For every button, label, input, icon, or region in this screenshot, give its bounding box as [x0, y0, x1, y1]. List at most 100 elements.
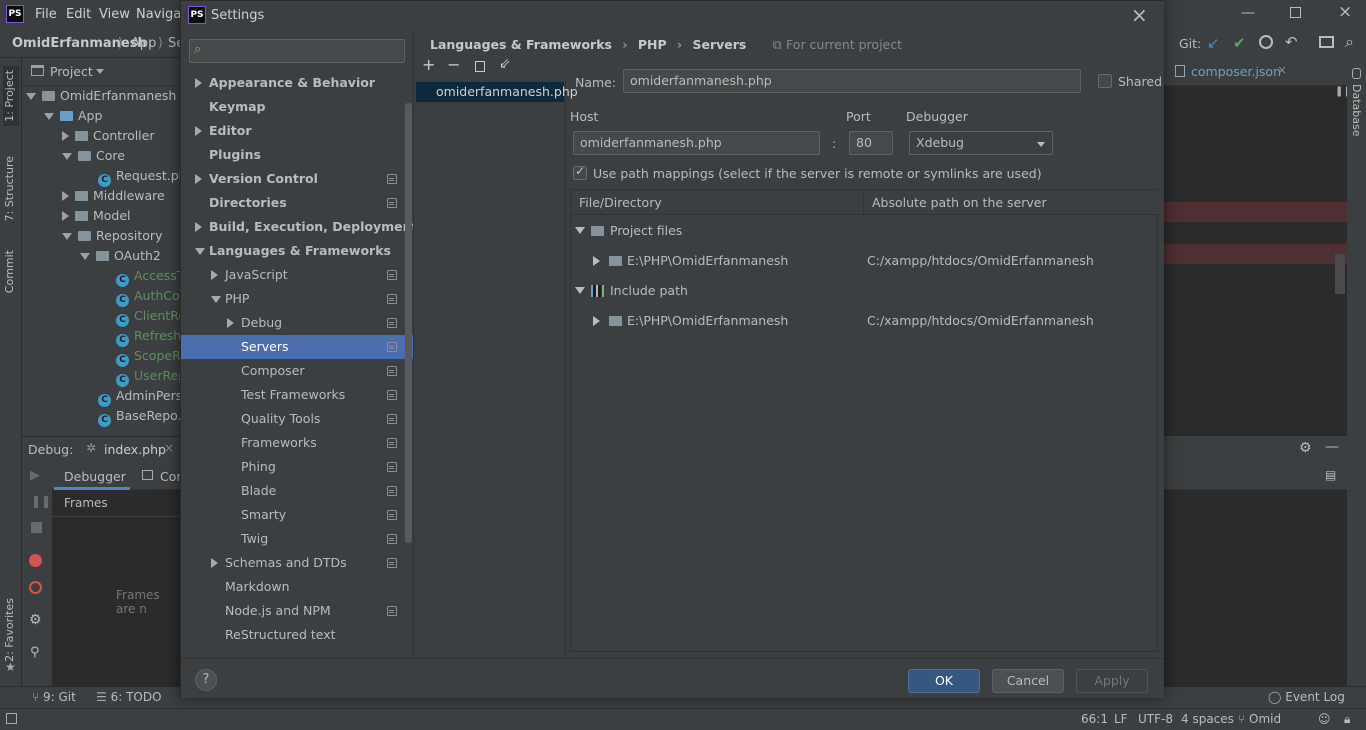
close-tab-icon[interactable]: × [1277, 63, 1287, 77]
settings-nav-item[interactable]: Directories [181, 191, 413, 215]
settings-nav-item[interactable]: Markdown [181, 575, 413, 599]
event-log-tab[interactable]: ◯ Event Log [1268, 690, 1345, 704]
settings-nav-item[interactable]: Node.js and NPM [181, 599, 413, 623]
git-commit-icon[interactable]: ✔ [1233, 34, 1246, 52]
debug-session-tab[interactable]: index.php [104, 442, 166, 457]
tree-node[interactable]: CRequest.php [98, 166, 180, 187]
settings-nav-item[interactable]: Twig [181, 527, 413, 551]
line-separator[interactable]: LF [1114, 712, 1128, 726]
collapsed-arrow-icon[interactable] [211, 270, 218, 280]
project-view-selector[interactable]: Project [50, 64, 93, 79]
apply-button[interactable]: Apply [1076, 669, 1148, 693]
project-tree[interactable]: OmidErfanmanesh [Pe App Controller Core … [22, 86, 180, 436]
server-name-input[interactable]: omiderfanmanesh.php [623, 69, 1081, 93]
tree-node[interactable]: CUserRepo [116, 366, 180, 387]
layout-icon[interactable] [1319, 36, 1334, 48]
hide-icon[interactable]: — [1325, 439, 1339, 455]
debugger-select[interactable]: Xdebug [909, 131, 1053, 155]
inspector-icon[interactable]: ☺ [1318, 712, 1331, 726]
chevron-down-icon[interactable] [96, 69, 104, 74]
tree-node[interactable]: CAdminPerso [98, 386, 180, 407]
settings-search-input[interactable]: ⌕ [189, 39, 405, 63]
settings-nav-item[interactable]: Build, Execution, Deployment [181, 215, 413, 239]
settings-nav-item[interactable]: Keymap [181, 95, 413, 119]
collapsed-arrow-icon[interactable] [227, 318, 234, 328]
editor-tab-composer[interactable]: composer.json [1191, 64, 1281, 79]
settings-nav-item[interactable]: Languages & Frameworks [181, 239, 413, 263]
indent-setting[interactable]: 4 spaces [1181, 712, 1234, 726]
collapsed-arrow-icon[interactable] [195, 174, 202, 184]
expanded-arrow-icon[interactable] [211, 296, 221, 303]
commit-tool-tab[interactable]: Commit [3, 250, 16, 293]
ok-button[interactable]: OK [908, 669, 980, 693]
favorites-tool-tab[interactable]: 2: Favorites [3, 598, 16, 662]
editor-scrollbar[interactable] [1335, 254, 1345, 294]
rollback-icon[interactable]: ↶ [1285, 33, 1298, 51]
nav-project[interactable]: OmidErfanmanesh [12, 36, 147, 51]
settings-nav-item[interactable]: Plugins [181, 143, 413, 167]
debugger-tab[interactable]: Debugger [64, 469, 126, 484]
resume-icon[interactable]: ▶ [30, 468, 40, 483]
settings-nav-item[interactable]: Frameworks [181, 431, 413, 455]
host-input[interactable]: omiderfanmanesh.php [573, 131, 820, 155]
tree-node[interactable]: CRefreshT [116, 326, 180, 347]
settings-nav-item[interactable]: Quality Tools [181, 407, 413, 431]
path-mappings-checkbox[interactable]: ✓ [573, 164, 587, 180]
path-mappings-table[interactable]: File/Directory Absolute path on the serv… [570, 189, 1159, 652]
structure-tool-tab[interactable]: 7: Structure [3, 156, 16, 221]
tree-node[interactable]: CAccessTo [116, 266, 180, 287]
copy-server-icon[interactable] [475, 61, 485, 72]
pin-icon[interactable]: ⚲ [30, 645, 40, 660]
tree-node[interactable]: Middleware [62, 186, 165, 206]
file-encoding[interactable]: UTF-8 [1138, 712, 1173, 726]
close-icon[interactable]: × [164, 441, 174, 455]
todo-tool-tab[interactable]: ☰ 6: TODO [96, 690, 162, 704]
remove-server-icon[interactable]: − [447, 55, 460, 74]
settings-nav-item[interactable]: Schemas and DTDs [181, 551, 413, 575]
settings-nav-tree[interactable]: Appearance & Behavior Keymap Editor Plugins… [181, 71, 413, 658]
add-server-icon[interactable]: + [422, 55, 435, 74]
server-list[interactable]: omiderfanmanesh.php [414, 81, 578, 658]
minimize-icon[interactable]: — [1241, 5, 1255, 21]
collapsed-arrow-icon[interactable] [195, 78, 202, 88]
settings-icon[interactable]: ⚙ [29, 612, 42, 628]
settings-nav-item[interactable]: Debug [181, 311, 413, 335]
collapsed-arrow-icon[interactable] [195, 222, 202, 232]
menu-file[interactable]: File [35, 7, 57, 22]
menu-edit[interactable]: Edit [66, 7, 91, 22]
tree-node[interactable]: Repository [62, 226, 162, 246]
nav-scrollbar[interactable] [405, 103, 412, 543]
close-window-icon[interactable]: × [1338, 2, 1352, 22]
settings-nav-item[interactable]: Servers [181, 335, 413, 359]
table-row[interactable]: E:\PHP\OmidErfanmanesh C:/xampp/htdocs/O… [571, 249, 1159, 273]
server-path[interactable]: C:/xampp/htdocs/OmidErfanmanesh [867, 309, 1094, 333]
settings-nav-item[interactable]: Version Control [181, 167, 413, 191]
view-breakpoints-icon[interactable] [29, 554, 42, 567]
history-icon[interactable] [1259, 35, 1273, 49]
pause-icon[interactable]: ❚❚ [31, 494, 51, 508]
mute-breakpoints-icon[interactable] [29, 581, 42, 594]
git-update-icon[interactable]: ↙ [1207, 34, 1220, 52]
tree-node[interactable]: CBaseRepo.pl [98, 406, 180, 427]
table-row[interactable]: Include path [571, 279, 1159, 303]
tree-node[interactable]: Controller [62, 126, 155, 146]
table-row[interactable]: E:\PHP\OmidErfanmanesh C:/xampp/htdocs/O… [571, 309, 1159, 333]
shared-checkbox[interactable] [1098, 74, 1112, 88]
settings-nav-item[interactable]: Blade [181, 479, 413, 503]
column-file-directory[interactable]: File/Directory [571, 190, 864, 215]
server-list-item[interactable]: omiderfanmanesh.php [416, 82, 578, 102]
stop-icon[interactable] [31, 522, 42, 533]
search-icon[interactable]: ⌕ [1345, 32, 1354, 52]
layout-icon[interactable]: ▤ [1325, 468, 1336, 482]
server-path[interactable]: C:/xampp/htdocs/OmidErfanmanesh [867, 249, 1094, 273]
settings-nav-item[interactable]: ReStructured text [181, 623, 413, 647]
settings-nav-item[interactable]: Appearance & Behavior [181, 71, 413, 95]
cursor-position[interactable]: 66:1 [1081, 712, 1108, 726]
tree-node[interactable]: CClientRep [116, 306, 180, 327]
nav-folder-app[interactable]: App [131, 36, 156, 51]
expanded-arrow-icon[interactable] [195, 248, 205, 255]
tree-node[interactable]: OAuth2 [80, 246, 161, 266]
settings-nav-item[interactable]: PHP [181, 287, 413, 311]
lock-icon[interactable]: 🔒︎ [1344, 712, 1350, 727]
database-tool-tab[interactable]: Database [1350, 84, 1363, 137]
